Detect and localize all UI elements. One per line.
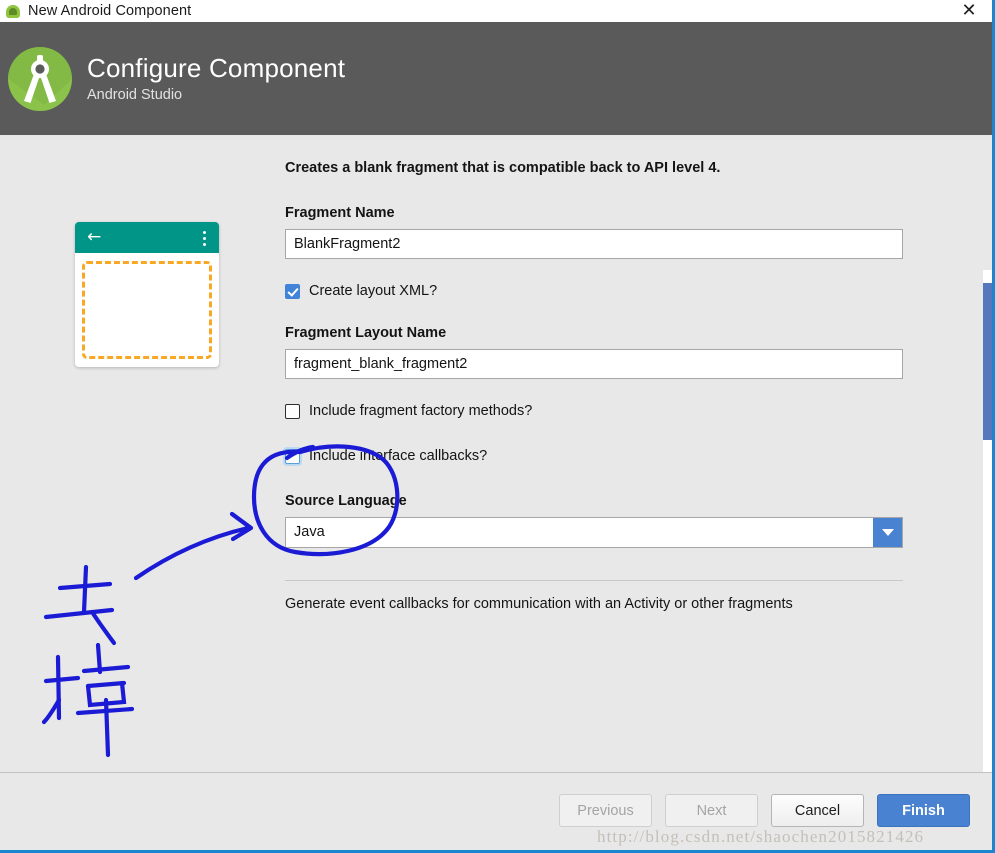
create-layout-xml-label: Create layout XML?: [309, 283, 438, 299]
source-language-label: Source Language: [285, 493, 407, 509]
vertical-scrollbar[interactable]: [983, 270, 992, 850]
interface-callbacks-checkbox-row[interactable]: Include interface callbacks?: [285, 448, 905, 464]
footer-button-row: Previous Next Cancel Finish: [559, 794, 970, 827]
android-robot-icon: [5, 3, 21, 19]
title-bar: New Android Component ✕: [0, 0, 992, 22]
finish-button[interactable]: Finish: [877, 794, 970, 827]
back-arrow-icon: ←: [87, 227, 102, 247]
page-title: Configure Component: [87, 52, 346, 83]
preview-content-placeholder: [82, 261, 212, 359]
page-subtitle: Android Studio: [87, 87, 183, 104]
cancel-button[interactable]: Cancel: [771, 794, 864, 827]
description-text: Creates a blank fragment that is compati…: [285, 160, 721, 176]
factory-methods-checkbox[interactable]: [285, 403, 300, 419]
create-layout-xml-checkbox-row[interactable]: Create layout XML?: [285, 283, 905, 299]
window-title: New Android Component: [28, 3, 192, 19]
factory-methods-label: Include fragment factory methods?: [309, 403, 533, 419]
interface-callbacks-checkbox[interactable]: [285, 448, 300, 464]
form-divider: [285, 580, 903, 581]
close-icon[interactable]: ✕: [946, 0, 992, 22]
create-layout-xml-checkbox[interactable]: [285, 283, 300, 299]
header-text-group: Configure Component Android Studio: [87, 52, 346, 104]
factory-methods-checkbox-row[interactable]: Include fragment factory methods?: [285, 403, 905, 419]
chevron-down-icon[interactable]: [873, 518, 902, 547]
preview-appbar: ←: [75, 222, 219, 253]
fragment-preview-thumbnail: ←: [75, 222, 219, 367]
source-language-value: Java: [294, 524, 325, 540]
next-button[interactable]: Next: [665, 794, 758, 827]
android-studio-logo-icon: [4, 43, 76, 115]
dialog-body: ← Creates a blank fragment that is compa…: [0, 135, 992, 850]
fragment-layout-name-input[interactable]: fragment_blank_fragment2: [285, 349, 903, 379]
fragment-name-label: Fragment Name: [285, 205, 395, 221]
footnote-text: Generate event callbacks for communicati…: [285, 596, 793, 612]
source-language-select[interactable]: Java: [285, 517, 903, 548]
fragment-layout-name-label: Fragment Layout Name: [285, 325, 447, 341]
scrollbar-thumb[interactable]: [983, 283, 992, 440]
configure-form: Creates a blank fragment that is compati…: [285, 135, 905, 612]
interface-callbacks-label: Include interface callbacks?: [309, 448, 488, 464]
previous-button[interactable]: Previous: [559, 794, 652, 827]
watermark-text: http://blog.csdn.net/shaochen2015821426: [597, 827, 925, 846]
fragment-name-input[interactable]: BlankFragment2: [285, 229, 903, 259]
dialog-window: New Android Component ✕ Configure Compon…: [0, 0, 995, 853]
overflow-menu-icon: [203, 231, 206, 246]
dialog-header: Configure Component Android Studio: [0, 22, 992, 135]
